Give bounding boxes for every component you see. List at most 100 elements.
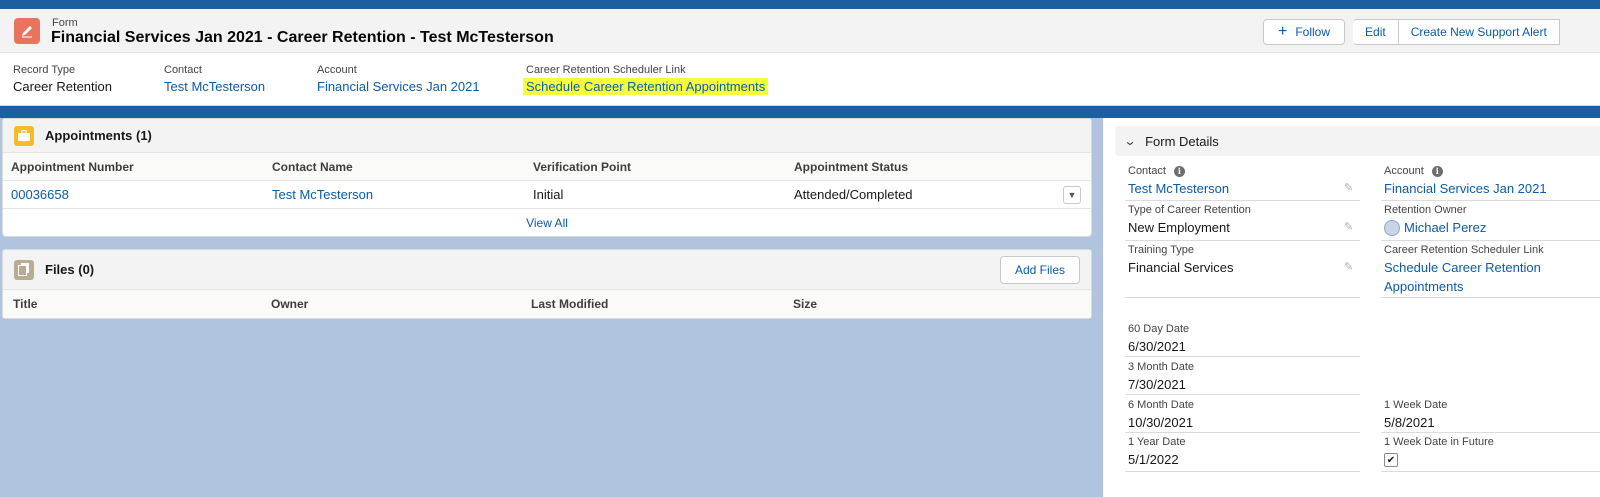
field-label: Type of Career Retention bbox=[1128, 204, 1251, 216]
detail-field-1-week-future: 1 Week Date in Future ✔ bbox=[1384, 436, 1494, 467]
detail-field-type: Type of Career Retention New Employment bbox=[1128, 204, 1251, 235]
contact-link[interactable]: Test McTesterson bbox=[1128, 181, 1229, 196]
field-label: Retention Owner bbox=[1384, 204, 1467, 216]
scheduler-link[interactable]: Schedule Career Retention Appointments bbox=[523, 78, 769, 95]
table-row: 00036658 Test McTesterson Initial Attend… bbox=[3, 181, 1091, 209]
follow-button[interactable]: + Follow bbox=[1263, 19, 1346, 45]
appointments-title[interactable]: Appointments (1) bbox=[45, 128, 152, 143]
account-link[interactable]: Financial Services Jan 2021 bbox=[1384, 181, 1547, 196]
field-value: 7/30/2021 bbox=[1128, 377, 1186, 392]
field-value: New Employment bbox=[1128, 220, 1230, 235]
appointment-number-link[interactable]: 00036658 bbox=[3, 187, 264, 202]
field-label: 3 Month Date bbox=[1128, 361, 1195, 373]
contact-link[interactable]: Test McTesterson bbox=[164, 79, 265, 94]
field-value: Financial Services bbox=[1128, 260, 1234, 275]
divider bbox=[1125, 432, 1360, 433]
appointments-table-header: Appointment Number Contact Name Verifica… bbox=[3, 153, 1091, 181]
owner-value: Michael Perez bbox=[1384, 219, 1486, 237]
divider bbox=[1125, 200, 1360, 201]
files-title[interactable]: Files (0) bbox=[45, 262, 94, 277]
edit-button[interactable]: Edit bbox=[1353, 19, 1399, 45]
account-link[interactable]: Financial Services Jan 2021 bbox=[317, 79, 480, 94]
field-value: 10/30/2021 bbox=[1128, 415, 1194, 430]
column-header[interactable]: Appointment Number bbox=[3, 160, 264, 174]
detail-field-1-year: 1 Year Date 5/1/2022 bbox=[1128, 436, 1186, 467]
column-header[interactable]: Last Modified bbox=[523, 297, 785, 311]
record-header-top: Form Financial Services Jan 2021 - Caree… bbox=[0, 9, 1600, 53]
column-header[interactable]: Owner bbox=[263, 297, 523, 311]
chevron-down-icon: ⌄ bbox=[1123, 134, 1137, 148]
info-icon[interactable]: i bbox=[1173, 165, 1185, 177]
field-label: 60 Day Date bbox=[1128, 323, 1190, 335]
avatar bbox=[1384, 219, 1400, 236]
add-files-button[interactable]: Add Files bbox=[999, 255, 1080, 284]
detail-field-account: Account i Financial Services Jan 2021 bbox=[1384, 165, 1547, 196]
field-label: Contact bbox=[164, 64, 202, 76]
row-actions-dropdown-icon[interactable]: ▼ bbox=[1063, 185, 1081, 204]
highlight-field-record-type: Record Type Career Retention bbox=[13, 64, 112, 94]
header-actions: + Follow Edit Create New Support Alert bbox=[1263, 19, 1560, 45]
detail-field-contact: Contact i Test McTesterson bbox=[1128, 165, 1229, 196]
detail-field-scheduler: Career Retention Scheduler Link Schedule… bbox=[1384, 244, 1544, 294]
divider bbox=[1125, 297, 1360, 298]
verification-point: Initial bbox=[533, 187, 564, 202]
divider bbox=[1125, 471, 1360, 472]
detail-field-owner: Retention Owner Michael Perez bbox=[1384, 204, 1486, 237]
divider bbox=[1381, 240, 1600, 241]
highlight-field-account: Account Financial Services Jan 2021 bbox=[317, 64, 480, 94]
field-label: 1 Week Date in Future bbox=[1384, 436, 1494, 448]
form-icon bbox=[14, 18, 40, 44]
edit-pencil-icon[interactable]: ✎ bbox=[1344, 181, 1353, 194]
detail-field-6-month: 6 Month Date 10/30/2021 bbox=[1128, 399, 1194, 430]
column-header[interactable]: Title bbox=[3, 297, 263, 311]
info-icon[interactable]: i bbox=[1431, 165, 1443, 177]
detail-field-3-month: 3 Month Date 7/30/2021 bbox=[1128, 361, 1194, 392]
owner-link[interactable]: Michael Perez bbox=[1404, 220, 1486, 235]
edit-pencil-icon[interactable]: ✎ bbox=[1344, 260, 1353, 273]
column-header[interactable]: Size bbox=[785, 297, 1045, 311]
follow-label: Follow bbox=[1295, 25, 1331, 39]
divider bbox=[1381, 200, 1600, 201]
files-card: Files (0) Add Files Title Owner Last Mod… bbox=[2, 249, 1092, 319]
field-label: Contact i bbox=[1128, 165, 1229, 177]
divider bbox=[1381, 471, 1600, 472]
checked-checkbox-icon: ✔ bbox=[1384, 453, 1398, 467]
field-label: Training Type bbox=[1128, 244, 1195, 256]
divider bbox=[1381, 432, 1600, 433]
form-details-section-header[interactable]: ⌄ Form Details bbox=[1115, 126, 1600, 156]
field-label: 1 Year Date bbox=[1128, 436, 1186, 448]
appointments-card-header: Appointments (1) bbox=[3, 119, 1091, 153]
field-value: Career Retention bbox=[13, 79, 112, 94]
field-value: 5/8/2021 bbox=[1384, 415, 1435, 430]
field-value: 6/30/2021 bbox=[1128, 339, 1186, 354]
edit-pencil-icon[interactable]: ✎ bbox=[1344, 220, 1353, 233]
divider bbox=[1125, 394, 1360, 395]
form-details-panel: ⌄ Form Details Contact i Test McTesterson… bbox=[1103, 118, 1600, 497]
field-label: Career Retention Scheduler Link bbox=[526, 64, 686, 76]
field-label: Career Retention Scheduler Link bbox=[1384, 244, 1544, 256]
column-header[interactable]: Contact Name bbox=[264, 160, 525, 174]
column-header[interactable]: Appointment Status bbox=[786, 160, 1047, 174]
field-label: Account i bbox=[1384, 165, 1547, 177]
field-label-text: Account bbox=[1384, 165, 1424, 177]
appointments-card: Appointments (1) Appointment Number Cont… bbox=[2, 118, 1092, 237]
files-card-header: Files (0) Add Files bbox=[3, 250, 1091, 290]
files-icon bbox=[14, 259, 34, 280]
column-header[interactable]: Verification Point bbox=[525, 160, 786, 174]
field-label: 6 Month Date bbox=[1128, 399, 1195, 411]
files-table-header: Title Owner Last Modified Size bbox=[3, 290, 1091, 318]
contact-name-link[interactable]: Test McTesterson bbox=[264, 187, 525, 202]
record-header: Form Financial Services Jan 2021 - Caree… bbox=[0, 9, 1600, 106]
object-label: Form bbox=[52, 17, 78, 29]
create-support-alert-button[interactable]: Create New Support Alert bbox=[1398, 19, 1560, 45]
highlight-field-scheduler-link: Career Retention Scheduler Link Schedule… bbox=[523, 64, 769, 95]
briefcase-icon bbox=[14, 125, 34, 146]
field-value: 5/1/2022 bbox=[1128, 452, 1179, 467]
section-title: Form Details bbox=[1145, 133, 1219, 149]
scheduler-link-line1[interactable]: Schedule Career Retention bbox=[1384, 260, 1544, 275]
detail-field-training: Training Type Financial Services bbox=[1128, 244, 1234, 275]
field-label: Record Type bbox=[13, 64, 76, 76]
divider bbox=[1125, 356, 1360, 357]
view-all-link[interactable]: View All bbox=[526, 216, 568, 230]
scheduler-link-line2[interactable]: Appointments bbox=[1384, 279, 1544, 294]
